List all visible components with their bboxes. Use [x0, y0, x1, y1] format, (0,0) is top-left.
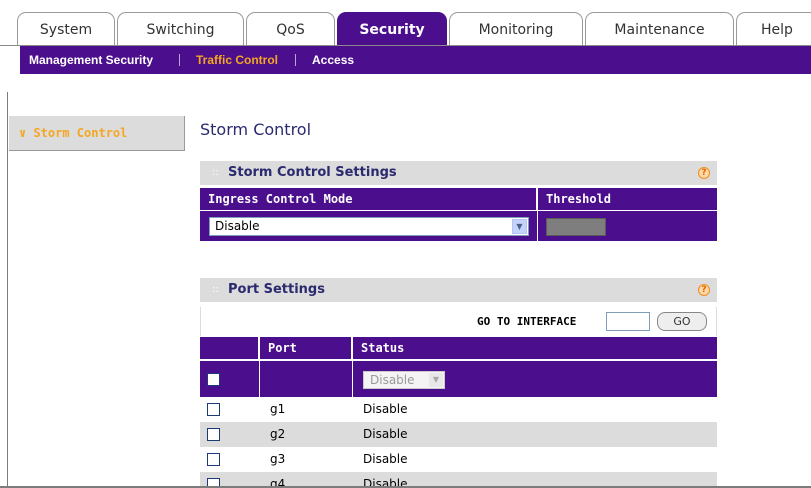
goto-interface-row: GO TO INTERFACE GO [200, 307, 717, 336]
subnav-separator [295, 54, 296, 66]
column-divider [352, 361, 353, 397]
row-checkbox[interactable] [207, 403, 220, 416]
bulk-edit-row [200, 361, 717, 397]
col-header-port: Port [260, 337, 351, 359]
table-row: g1 Disable [200, 397, 717, 422]
tab-help[interactable]: Help [736, 12, 811, 46]
bulk-status-select: Disable ▼ [363, 371, 445, 389]
subnav-management-security[interactable]: Management Security [29, 46, 153, 74]
main-tab-bar: System Switching QoS Security Monitoring… [0, 0, 811, 47]
port-settings-header: :: Port Settings ? [200, 278, 717, 302]
tab-switching[interactable]: Switching [117, 12, 244, 46]
column-divider [259, 361, 260, 397]
panel-grip-icon: :: [212, 167, 219, 178]
row-checkbox[interactable] [207, 453, 220, 466]
subnav-traffic-control[interactable]: Traffic Control [196, 46, 278, 74]
table-row: g4 Disable [200, 472, 717, 486]
port-status: Disable [363, 452, 408, 466]
bulk-status-value: Disable [370, 373, 415, 387]
port-status: Disable [363, 402, 408, 416]
sidebar-item-label: ∨ Storm Control [19, 126, 128, 140]
goto-interface-input[interactable] [606, 312, 650, 331]
page-title: Storm Control [200, 120, 312, 139]
subnav-access[interactable]: Access [312, 46, 354, 74]
subnav-separator [179, 54, 180, 66]
ingress-mode-value: Disable [215, 219, 260, 233]
row-checkbox[interactable] [207, 478, 220, 486]
port-name: g1 [270, 402, 286, 416]
port-settings-title: Port Settings [228, 282, 325, 297]
port-name: g3 [270, 452, 286, 466]
storm-settings-title: Storm Control Settings [228, 165, 397, 180]
chevron-down-icon: ▼ [512, 219, 527, 234]
tab-qos[interactable]: QoS [246, 12, 335, 46]
goto-interface-label: GO TO INTERFACE [477, 315, 577, 328]
tab-security[interactable]: Security [337, 12, 447, 47]
storm-settings-header: :: Storm Control Settings ? [200, 161, 717, 185]
tab-monitoring[interactable]: Monitoring [449, 12, 583, 46]
port-status: Disable [363, 477, 408, 486]
sub-navigation: Management Security Traffic Control Acce… [0, 46, 811, 92]
help-icon[interactable]: ? [698, 284, 710, 296]
row-checkbox[interactable] [207, 428, 220, 441]
panel-grip-icon: :: [212, 284, 219, 295]
tab-maintenance[interactable]: Maintenance [585, 12, 734, 46]
tab-system[interactable]: System [17, 12, 115, 46]
col-header-status: Status [353, 337, 717, 359]
column-divider [537, 211, 538, 241]
table-row: g2 Disable [200, 422, 717, 447]
go-button[interactable]: GO [657, 312, 707, 331]
port-name: g4 [270, 477, 286, 486]
select-all-checkbox[interactable] [207, 373, 220, 386]
chevron-down-icon: ▼ [429, 373, 443, 387]
col-header-ingress-mode: Ingress Control Mode [200, 188, 536, 210]
port-status: Disable [363, 427, 408, 441]
left-frame-border [0, 92, 8, 488]
port-name: g2 [270, 427, 286, 441]
sidebar-item-storm-control[interactable]: ∨ Storm Control [9, 116, 185, 151]
ingress-mode-select[interactable]: Disable ▼ [209, 217, 529, 236]
table-row: g3 Disable [200, 447, 717, 472]
help-icon[interactable]: ? [698, 167, 710, 179]
col-header-select [200, 337, 258, 359]
threshold-input[interactable] [546, 218, 606, 236]
col-header-threshold: Threshold [538, 188, 717, 210]
sub-navigation-bar: Management Security Traffic Control Acce… [20, 46, 811, 74]
